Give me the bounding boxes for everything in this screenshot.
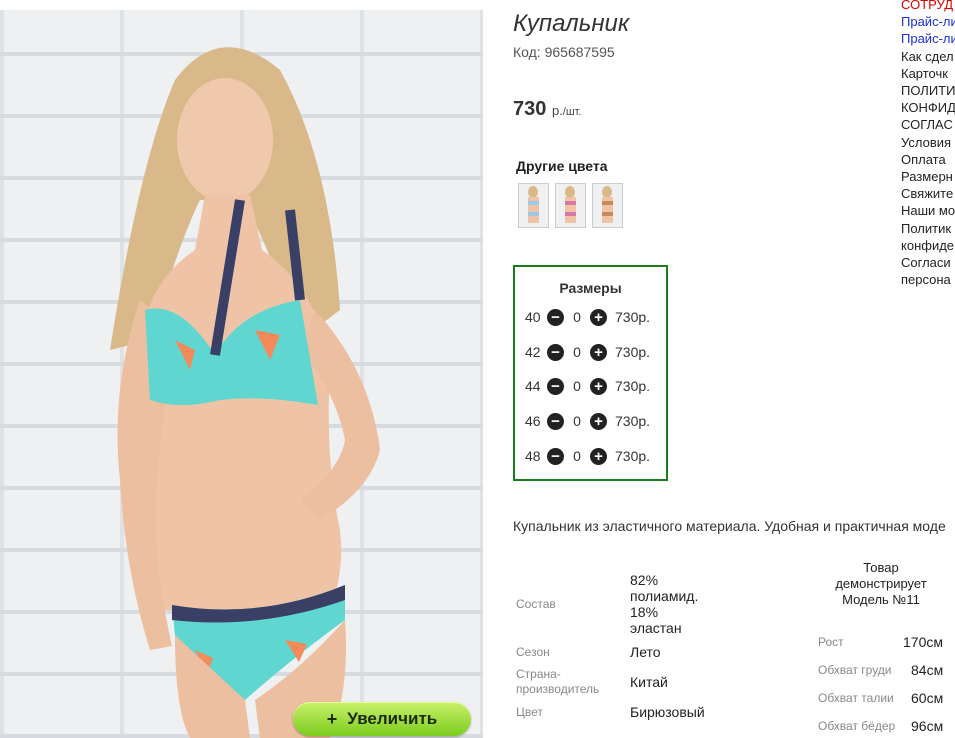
size-price: 730р. [615,344,651,360]
size-quantity[interactable]: 0 [564,413,590,429]
minus-icon[interactable]: − [547,343,564,361]
sidebar-link[interactable]: КОНФИД [901,99,955,116]
sidebar-link[interactable]: Свяжите [901,185,955,202]
sidebar-link[interactable]: персона [901,271,955,288]
size-row: 40 − 0 + 730р. [525,307,650,327]
property-label: Цвет [516,705,543,719]
product-photo[interactable]: + Увеличить [0,10,483,738]
size-label: 42 [525,344,541,360]
model-measure-value: 60см [911,690,944,706]
sidebar-link[interactable]: Карточк [901,65,955,82]
size-price: 730р. [615,378,651,394]
price-unit: р./шт. [551,103,582,118]
minus-icon[interactable]: − [547,412,564,430]
model-measure-label: Обхват талии [818,691,894,705]
plus-icon[interactable]: + [590,412,607,430]
size-price: 730р. [615,309,651,325]
size-row: 44 − 0 + 730р. [525,376,650,396]
minus-icon[interactable]: − [547,308,564,326]
sidebar-links: СОТРУД Прайс-ли Прайс-ли Как сдел Карточ… [901,0,955,288]
minus-icon[interactable]: − [547,447,564,465]
size-label: 48 [525,448,541,464]
sidebar-link[interactable]: Наши мо [901,202,955,219]
sidebar-link[interactable]: Прайс-ли [901,30,955,47]
model-measure-label: Рост [818,635,844,649]
product-code: Код: 965687595 [513,44,615,60]
sidebar-link[interactable]: Как сдел [901,48,955,65]
model-measure-value: 84см [911,662,944,678]
plus-icon: + [326,708,338,729]
size-label: 40 [525,309,541,325]
size-row: 42 − 0 + 730р. [525,342,650,362]
size-quantity[interactable]: 0 [564,448,590,464]
property-value: 82% полиамид. 18% эластан [630,572,699,636]
model-heading: Товар демонстрирует Модель №11 [835,560,927,607]
zoom-button-label: Увеличить [347,709,438,728]
property-label: Состав [516,597,556,611]
size-quantity[interactable]: 0 [564,309,590,325]
price-value: 730 [513,98,547,120]
product-description: Купальник из эластичного материала. Удоб… [513,518,946,534]
plus-icon[interactable]: + [590,447,607,465]
property-value: Китай [630,674,668,690]
model-measure-label: Обхват груди [818,663,892,677]
sidebar-link[interactable]: Условия [901,134,955,151]
sidebar-link[interactable]: Согласи [901,254,955,271]
model-measure-value: 96см [911,718,944,734]
model-measure-value: 170см [903,634,943,650]
product-price: 730 р./шт. [513,98,582,121]
sizes-box: Размеры 40 − 0 + 730р. 42 − 0 + 730р. 44… [513,265,668,481]
sidebar-link[interactable]: СОГЛАС [901,116,955,133]
color-thumbnail[interactable] [592,183,623,228]
sidebar-link[interactable]: Политик [901,220,955,237]
product-title: Купальник [513,10,630,37]
sizes-heading: Размеры [559,280,622,296]
sidebar-link[interactable]: конфиде [901,237,955,254]
other-colors-heading: Другие цвета [516,158,608,174]
plus-icon[interactable]: + [590,343,607,361]
sidebar-link[interactable]: СОТРУД [901,0,955,13]
plus-icon[interactable]: + [590,308,607,326]
sidebar-link[interactable]: Оплата [901,151,955,168]
model-measure-label: Обхват бёдер [818,719,896,733]
size-row: 48 − 0 + 730р. [525,446,650,466]
other-colors-thumbnails [518,183,623,228]
sidebar-link[interactable]: Прайс-ли [901,13,955,30]
size-price: 730р. [615,413,651,429]
minus-icon[interactable]: − [547,377,564,395]
sidebar-link[interactable]: Размерн [901,168,955,185]
size-label: 46 [525,413,541,429]
sidebar-link[interactable]: ПОЛИТИ [901,82,955,99]
size-quantity[interactable]: 0 [564,344,590,360]
size-row: 46 − 0 + 730р. [525,411,650,431]
property-value: Бирюзовый [630,704,705,720]
property-value: Лето [630,644,661,660]
size-quantity[interactable]: 0 [564,378,590,394]
zoom-button[interactable]: + Увеличить [293,702,471,736]
model-figure-image [110,47,380,738]
property-label: Страна-производитель [516,667,600,696]
color-thumbnail[interactable] [555,183,586,228]
plus-icon[interactable]: + [590,377,607,395]
size-label: 44 [525,378,541,394]
color-thumbnail[interactable] [518,183,549,228]
size-price: 730р. [615,448,651,464]
property-label: Сезон [516,645,550,659]
